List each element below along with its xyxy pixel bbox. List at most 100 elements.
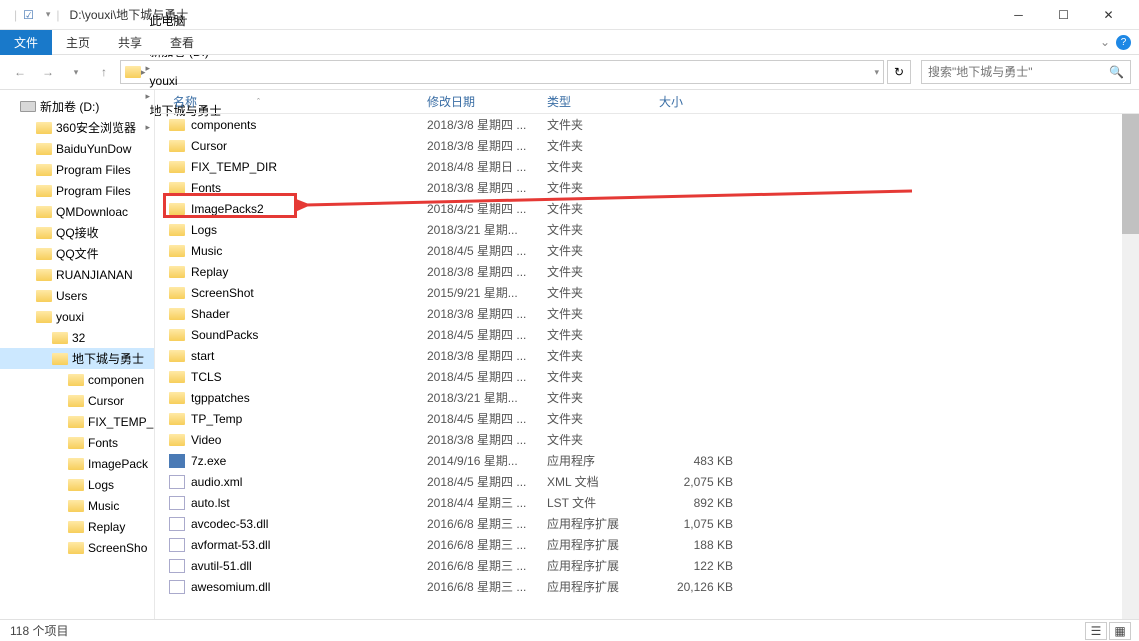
file-row[interactable]: ScreenShot2015/9/21 星期...文件夹 bbox=[155, 282, 1139, 303]
scrollbar[interactable] bbox=[1122, 114, 1139, 620]
search-icon[interactable]: 🔍 bbox=[1109, 65, 1124, 79]
file-size: 20,126 KB bbox=[659, 580, 749, 594]
file-row[interactable]: Replay2018/3/8 星期四 ...文件夹 bbox=[155, 261, 1139, 282]
breadcrumb-item[interactable]: 此电脑 bbox=[146, 12, 226, 29]
tree-item[interactable]: Fonts bbox=[0, 432, 154, 453]
tree-item[interactable]: Program Files bbox=[0, 159, 154, 180]
minimize-button[interactable]: ─ bbox=[996, 0, 1041, 30]
file-list[interactable]: 名称ˆ 修改日期 类型 大小 components2018/3/8 星期四 ..… bbox=[155, 90, 1139, 620]
tree-item[interactable]: QQ文件 bbox=[0, 243, 154, 264]
file-name: Shader bbox=[191, 307, 230, 321]
chevron-right-icon[interactable]: ▸ bbox=[146, 63, 151, 73]
tree-item[interactable]: ScreenSho bbox=[0, 537, 154, 558]
recent-dropdown[interactable]: ▾ bbox=[64, 60, 88, 84]
tree-item[interactable]: Users bbox=[0, 285, 154, 306]
dropdown-icon[interactable]: ▾ bbox=[46, 9, 51, 20]
tree-item[interactable]: QQ接收 bbox=[0, 222, 154, 243]
nav-tree[interactable]: 新加卷 (D:) 360安全浏览器 BaiduYunDow Program Files… bbox=[0, 90, 155, 620]
forward-button[interactable]: → bbox=[36, 60, 60, 84]
file-row[interactable]: awesomium.dll2016/6/8 星期三 ...应用程序扩展20,12… bbox=[155, 576, 1139, 597]
tree-item[interactable]: 新加卷 (D:) bbox=[0, 96, 154, 117]
tab-home[interactable]: 主页 bbox=[52, 30, 104, 55]
tree-item[interactable]: Replay bbox=[0, 516, 154, 537]
file-row[interactable]: FIX_TEMP_DIR2018/4/8 星期日 ...文件夹 bbox=[155, 156, 1139, 177]
close-button[interactable]: ✕ bbox=[1086, 0, 1131, 30]
file-row[interactable]: avcodec-53.dll2016/6/8 星期三 ...应用程序扩展1,07… bbox=[155, 513, 1139, 534]
file-row[interactable]: auto.lst2018/4/4 星期三 ...LST 文件892 KB bbox=[155, 492, 1139, 513]
folder-icon bbox=[68, 374, 84, 386]
file-name: awesomium.dll bbox=[191, 580, 270, 594]
file-type: 文件夹 bbox=[547, 179, 659, 196]
file-row[interactable]: TCLS2018/4/5 星期四 ...文件夹 bbox=[155, 366, 1139, 387]
file-name: tgppatches bbox=[191, 391, 250, 405]
tree-label: 360安全浏览器 bbox=[56, 119, 136, 136]
file-row[interactable]: ImagePacks22018/4/5 星期四 ...文件夹 bbox=[155, 198, 1139, 219]
file-type: 文件夹 bbox=[547, 284, 659, 301]
breadcrumb-item[interactable]: youxi bbox=[146, 74, 226, 88]
file-row[interactable]: tgppatches2018/3/21 星期...文件夹 bbox=[155, 387, 1139, 408]
file-name: avutil-51.dll bbox=[191, 559, 252, 573]
check-icon[interactable]: ☑ bbox=[23, 8, 34, 22]
file-row[interactable]: Video2018/3/8 星期四 ...文件夹 bbox=[155, 429, 1139, 450]
file-row[interactable]: Fonts2018/3/8 星期四 ...文件夹 bbox=[155, 177, 1139, 198]
file-row[interactable]: Logs2018/3/21 星期...文件夹 bbox=[155, 219, 1139, 240]
details-view-button[interactable]: ☰ bbox=[1085, 622, 1107, 640]
tree-item[interactable]: BaiduYunDow bbox=[0, 138, 154, 159]
file-row[interactable]: avutil-51.dll2016/6/8 星期三 ...应用程序扩展122 K… bbox=[155, 555, 1139, 576]
file-type: 文件夹 bbox=[547, 410, 659, 427]
maximize-button[interactable]: ☐ bbox=[1041, 0, 1086, 30]
file-row[interactable]: components2018/3/8 星期四 ...文件夹 bbox=[155, 114, 1139, 135]
file-row[interactable]: 7z.exe2014/9/16 星期...应用程序483 KB bbox=[155, 450, 1139, 471]
folder-icon bbox=[169, 224, 185, 236]
folder-icon bbox=[68, 458, 84, 470]
tree-item[interactable]: youxi bbox=[0, 306, 154, 327]
tab-file[interactable]: 文件 bbox=[0, 30, 52, 55]
tree-item[interactable]: Program Files bbox=[0, 180, 154, 201]
tree-item[interactable]: ImagePack bbox=[0, 453, 154, 474]
tree-item[interactable]: Music bbox=[0, 495, 154, 516]
tree-item[interactable]: 360安全浏览器 bbox=[0, 117, 154, 138]
tab-view[interactable]: 查看 bbox=[156, 30, 208, 55]
file-type: 文件夹 bbox=[547, 137, 659, 154]
help-icon[interactable]: ? bbox=[1116, 35, 1131, 50]
icons-view-button[interactable]: ▦ bbox=[1109, 622, 1131, 640]
file-date: 2018/3/21 星期... bbox=[427, 389, 547, 406]
file-type: LST 文件 bbox=[547, 494, 659, 511]
col-name[interactable]: 名称 bbox=[173, 93, 197, 110]
tree-item[interactable]: 地下城与勇士 bbox=[0, 348, 154, 369]
file-row[interactable]: Shader2018/3/8 星期四 ...文件夹 bbox=[155, 303, 1139, 324]
file-row[interactable]: TP_Temp2018/4/5 星期四 ...文件夹 bbox=[155, 408, 1139, 429]
file-row[interactable]: audio.xml2018/4/5 星期四 ...XML 文档2,075 KB bbox=[155, 471, 1139, 492]
folder-icon bbox=[36, 143, 52, 155]
col-type[interactable]: 类型 bbox=[547, 90, 659, 113]
addr-dropdown-icon[interactable]: ▾ bbox=[874, 67, 879, 78]
file-row[interactable]: Music2018/4/5 星期四 ...文件夹 bbox=[155, 240, 1139, 261]
tab-share[interactable]: 共享 bbox=[104, 30, 156, 55]
file-date: 2018/4/5 星期四 ... bbox=[427, 326, 547, 343]
col-size[interactable]: 大小 bbox=[659, 90, 749, 113]
back-button[interactable]: ← bbox=[8, 60, 32, 84]
address-bar[interactable]: ▸ 此电脑▸新加卷 (D:)▸youxi▸地下城与勇士▸ ▾ bbox=[120, 60, 884, 84]
file-row[interactable]: Cursor2018/3/8 星期四 ...文件夹 bbox=[155, 135, 1139, 156]
file-date: 2018/3/8 星期四 ... bbox=[427, 137, 547, 154]
tree-item[interactable]: componen bbox=[0, 369, 154, 390]
tree-item[interactable]: 32 bbox=[0, 327, 154, 348]
refresh-button[interactable]: ↻ bbox=[887, 60, 911, 84]
file-name: Music bbox=[191, 244, 222, 258]
tree-item[interactable]: Logs bbox=[0, 474, 154, 495]
file-row[interactable]: SoundPacks2018/4/5 星期四 ...文件夹 bbox=[155, 324, 1139, 345]
search-box[interactable]: 🔍 bbox=[921, 60, 1131, 84]
file-date: 2018/4/5 星期四 ... bbox=[427, 410, 547, 427]
scroll-thumb[interactable] bbox=[1122, 114, 1139, 234]
up-button[interactable]: ↑ bbox=[92, 60, 116, 84]
search-input[interactable] bbox=[928, 65, 1109, 79]
tree-item[interactable]: RUANJIANAN bbox=[0, 264, 154, 285]
tree-item[interactable]: QMDownloac bbox=[0, 201, 154, 222]
file-row[interactable]: avformat-53.dll2016/6/8 星期三 ...应用程序扩展188… bbox=[155, 534, 1139, 555]
tree-item[interactable]: FIX_TEMP_ bbox=[0, 411, 154, 432]
tree-label: BaiduYunDow bbox=[56, 142, 131, 156]
col-date[interactable]: 修改日期 bbox=[427, 90, 547, 113]
file-row[interactable]: start2018/3/8 星期四 ...文件夹 bbox=[155, 345, 1139, 366]
ribbon-expand-icon[interactable]: ⌄ bbox=[1100, 35, 1110, 49]
tree-item[interactable]: Cursor bbox=[0, 390, 154, 411]
